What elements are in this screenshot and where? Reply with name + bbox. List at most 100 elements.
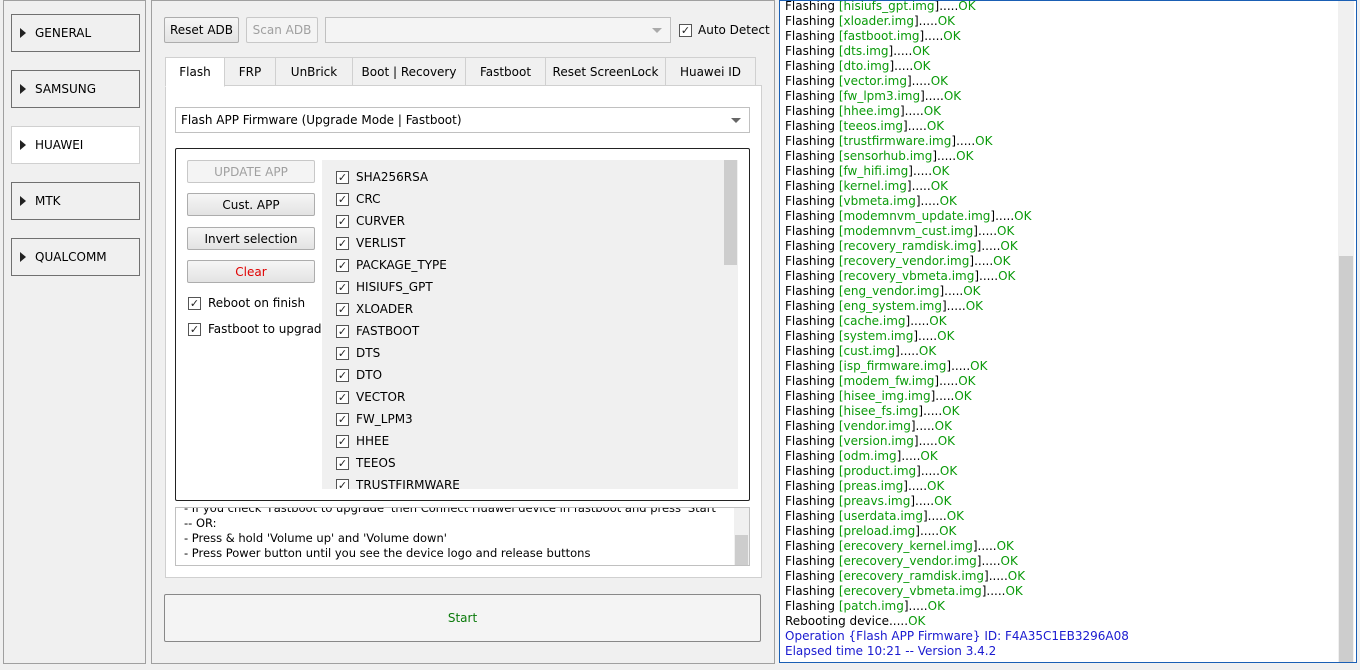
log-ok: OK — [1000, 554, 1018, 568]
invert-selection-button[interactable]: Invert selection — [187, 227, 315, 250]
checkmark-icon: ✓ — [336, 192, 349, 206]
log-filename: xloader.img — [843, 14, 914, 28]
log-filename: modemnvm_cust.img — [843, 224, 974, 238]
cust-app-button[interactable]: Cust. APP — [187, 193, 315, 216]
scan-adb-button[interactable]: Scan ADB — [246, 17, 318, 43]
partition-item[interactable]: ✓ TEEOS — [336, 456, 396, 470]
log-dots: ..... — [981, 239, 1001, 253]
tab-huawei-id[interactable]: Huawei ID — [665, 57, 756, 86]
log-file: [version.img — [838, 434, 914, 448]
log-ok: OK — [943, 29, 961, 43]
log-line: Flashing [xloader.img].....OK — [780, 14, 1340, 29]
log-line: Flashing [erecovery_vendor.img].....OK — [780, 554, 1340, 569]
log-file: [cache.img — [838, 314, 906, 328]
log-file: [eng_vendor.img — [838, 284, 940, 298]
log-prefix: Flashing — [785, 494, 839, 508]
tab-flash[interactable]: Flash — [165, 57, 225, 87]
sidebar-item-label: SAMSUNG — [35, 82, 97, 96]
log-prefix: Flashing — [785, 434, 839, 448]
log-line: Flashing [cust.img].....OK — [780, 344, 1340, 359]
instructions-scrollbar[interactable] — [734, 508, 749, 565]
log-dots: ..... — [951, 359, 971, 373]
log-line: Flashing [erecovery_kernel.img].....OK — [780, 539, 1340, 554]
log-prefix: Flashing — [785, 584, 839, 598]
port-select[interactable] — [325, 17, 671, 43]
partition-item[interactable]: ✓ FW_LPM3 — [336, 412, 413, 426]
log-dots: ..... — [910, 314, 930, 328]
log-line: Flashing [cache.img].....OK — [780, 314, 1340, 329]
partition-item[interactable]: ✓ CRC — [336, 192, 381, 206]
log-output[interactable]: Flashing [hisiufs_gpt.img].....OK Flashin… — [779, 0, 1357, 663]
instructions-textbox[interactable]: - If you check 'Fastboot to upgrade' the… — [175, 507, 750, 566]
sidebar-item-label: MTK — [35, 194, 61, 208]
sidebar-item-general[interactable]: GENERAL — [11, 14, 140, 52]
partition-item[interactable]: ✓ TRUSTFIRMWARE — [336, 478, 460, 489]
partition-label: DTO — [356, 368, 383, 382]
log-prefix: Flashing — [785, 299, 839, 313]
tab-fastboot[interactable]: Fastboot — [465, 57, 546, 86]
log-dots: ..... — [893, 44, 913, 58]
log-prefix: Flashing — [785, 269, 839, 283]
tab-unbrick[interactable]: UnBrick — [275, 57, 353, 86]
log-ok: OK — [930, 74, 949, 88]
sidebar-item-label: QUALCOMM — [35, 250, 107, 264]
auto-detect-checkbox[interactable]: ✓ Auto Detect — [679, 23, 770, 37]
log-filename: erecovery_kernel.img — [843, 539, 973, 553]
partition-item[interactable]: ✓ HHEE — [336, 434, 389, 448]
log-scrollbar[interactable] — [1338, 1, 1354, 662]
partition-item[interactable]: ✓ VERLIST — [336, 236, 405, 250]
fastboot-to-upgrade-checkbox[interactable]: ✓ Fastboot to upgrade — [188, 322, 329, 336]
sidebar-item-mtk[interactable]: MTK — [11, 182, 140, 220]
tab-reset-screenlock[interactable]: Reset ScreenLock — [545, 57, 666, 86]
sidebar-item-huawei[interactable]: HUAWEI — [11, 126, 140, 164]
partition-item[interactable]: ✓ FASTBOOT — [336, 324, 419, 338]
partition-item[interactable]: ✓ HISIUFS_GPT — [336, 280, 433, 294]
reboot-on-finish-checkbox[interactable]: ✓ Reboot on finish — [188, 296, 305, 310]
checkmark-icon: ✓ — [336, 170, 349, 184]
log-file: [teeos.img — [838, 119, 904, 133]
partition-item[interactable]: ✓ VECTOR — [336, 390, 405, 404]
sidebar-item-qualcomm[interactable]: QUALCOMM — [11, 238, 140, 276]
log-ok: OK — [927, 599, 945, 613]
flash-mode-select[interactable]: Flash APP Firmware (Upgrade Mode | Fastb… — [175, 107, 750, 133]
log-file: [dto.img — [838, 59, 890, 73]
log-dots: ..... — [888, 614, 909, 628]
log-filename: vendor.img — [843, 419, 911, 433]
log-filename: cache.img — [843, 314, 906, 328]
partition-item[interactable]: ✓ PACKAGE_TYPE — [336, 258, 447, 272]
partition-item[interactable]: ✓ DTO — [336, 368, 382, 382]
log-line: Flashing [modemnvm_update.img].....OK — [780, 209, 1340, 224]
log-line: Flashing [teeos.img].....OK — [780, 119, 1340, 134]
log-line: Flashing [trustfirmware.img].....OK — [780, 134, 1340, 149]
sidebar-item-samsung[interactable]: SAMSUNG — [11, 70, 140, 108]
log-filename: recovery_vbmeta.img — [843, 269, 975, 283]
log-ok: OK — [946, 509, 965, 523]
log-dots: ..... — [911, 179, 931, 193]
partition-item[interactable]: ✓ DTS — [336, 346, 380, 360]
partition-item[interactable]: ✓ XLOADER — [336, 302, 413, 316]
log-filename: preload.img — [843, 524, 916, 538]
log-line: Flashing [fw_hifi.img].....OK — [780, 164, 1340, 179]
log-file: [erecovery_vbmeta.img — [838, 584, 982, 598]
scrollbar-thumb[interactable] — [735, 535, 748, 565]
scrollbar-thumb[interactable] — [724, 160, 737, 265]
update-app-button[interactable]: UPDATE APP — [187, 160, 315, 183]
log-prefix: Flashing — [785, 464, 839, 478]
log-ok: OK — [929, 314, 947, 328]
chevron-down-icon — [731, 118, 741, 123]
log-ok: OK — [912, 44, 930, 58]
partition-scrollbar[interactable] — [723, 160, 738, 489]
reset-adb-button[interactable]: Reset ADB — [164, 17, 239, 43]
partition-item[interactable]: ✓ CURVER — [336, 214, 405, 228]
tab-boot-recovery[interactable]: Boot | Recovery — [352, 57, 466, 86]
clear-button[interactable]: Clear — [187, 260, 315, 283]
partition-item[interactable]: ✓ SHA256RSA — [336, 170, 428, 184]
log-file: [xloader.img — [838, 14, 914, 28]
log-dots: ..... — [977, 539, 997, 553]
checkmark-icon: ✓ — [336, 236, 349, 250]
log-dots: ..... — [927, 509, 947, 523]
scrollbar-thumb[interactable] — [1339, 256, 1353, 662]
tab-frp[interactable]: FRP — [224, 57, 276, 86]
log-prefix: Flashing — [785, 164, 839, 178]
start-button[interactable]: Start — [164, 594, 761, 642]
